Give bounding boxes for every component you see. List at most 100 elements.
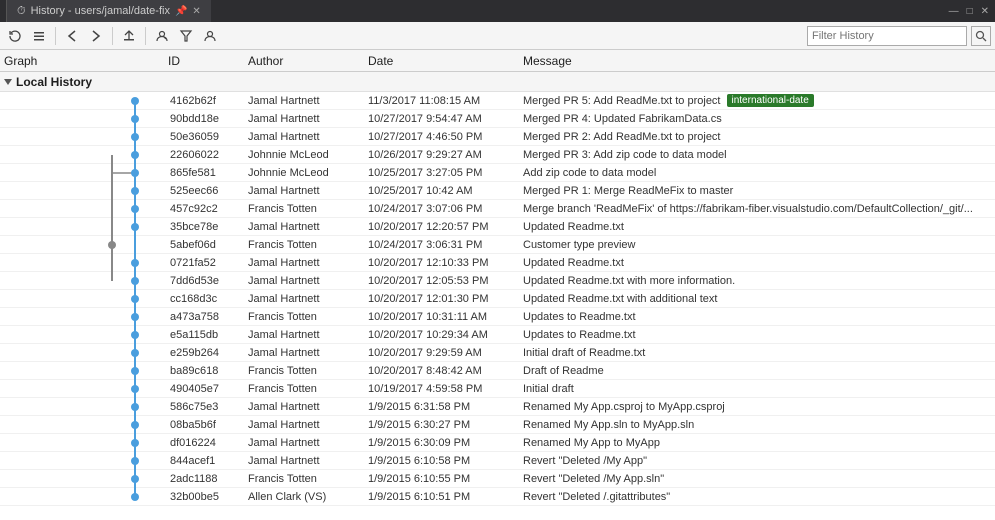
commit-id: 525eec66 — [168, 185, 248, 197]
col-header-graph: Graph — [0, 54, 168, 68]
table-row[interactable]: 525eec66Jamal Hartnett10/25/2017 10:42 A… — [0, 182, 995, 200]
table-row[interactable]: 5abef06dFrancis Totten10/24/2017 3:06:31… — [0, 236, 995, 254]
pin-icon[interactable]: 📌 — [175, 6, 187, 17]
table-row[interactable]: 08ba5b6fJamal Hartnett1/9/2015 6:30:27 P… — [0, 416, 995, 434]
commit-graph-cell — [0, 200, 168, 218]
commit-message: Add zip code to data model — [523, 167, 995, 179]
window-maximize[interactable]: □ — [967, 6, 973, 17]
history-tab[interactable]: ⏱ History - users/jamal/date-fix 📌 ✕ — [6, 0, 211, 22]
commit-message-text: Updated Readme.txt — [523, 257, 624, 269]
commit-author: Jamal Hartnett — [248, 221, 368, 233]
refresh-button[interactable] — [4, 25, 26, 47]
commit-id: 35bce78e — [168, 221, 248, 233]
commit-message-text: Merged PR 4: Updated FabrikamData.cs — [523, 113, 722, 125]
table-row[interactable]: 865fe581Johnnie McLeod10/25/2017 3:27:05… — [0, 164, 995, 182]
table-row[interactable]: ba89c618Francis Totten10/20/2017 8:48:42… — [0, 362, 995, 380]
commit-id: 08ba5b6f — [168, 419, 248, 431]
commits-container: 4162b62fJamal Hartnett11/3/2017 11:08:15… — [0, 92, 995, 506]
filter1-button[interactable] — [151, 25, 173, 47]
table-row[interactable]: a473a758Francis Totten10/20/2017 10:31:1… — [0, 308, 995, 326]
commit-date: 10/20/2017 12:20:57 PM — [368, 221, 523, 233]
commit-id: 844acef1 — [168, 455, 248, 467]
commit-message-text: Updates to Readme.txt — [523, 329, 636, 341]
table-row[interactable]: cc168d3cJamal Hartnett10/20/2017 12:01:3… — [0, 290, 995, 308]
filter-search-button[interactable] — [971, 26, 991, 46]
title-bar-controls: — □ ✕ — [949, 6, 989, 17]
commit-author: Jamal Hartnett — [248, 293, 368, 305]
local-history-section: Local History — [0, 72, 995, 92]
table-row[interactable]: 50e36059Jamal Hartnett10/27/2017 4:46:50… — [0, 128, 995, 146]
table-row[interactable]: 22606022Johnnie McLeod10/26/2017 9:29:27… — [0, 146, 995, 164]
section-expand-icon[interactable] — [4, 79, 12, 85]
commit-id: e5a115db — [168, 329, 248, 341]
table-row[interactable]: 4162b62fJamal Hartnett11/3/2017 11:08:15… — [0, 92, 995, 110]
commit-message: Customer type preview — [523, 239, 995, 251]
commit-graph-cell — [0, 182, 168, 200]
close-icon[interactable]: ✕ — [192, 6, 200, 17]
commit-date: 10/20/2017 9:29:59 AM — [368, 347, 523, 359]
commit-date: 1/9/2015 6:30:27 PM — [368, 419, 523, 431]
col-header-message: Message — [523, 54, 995, 68]
push-button[interactable] — [118, 25, 140, 47]
commit-message: Merge branch 'ReadMeFix' of https://fabr… — [523, 203, 995, 215]
commit-date: 10/27/2017 9:54:47 AM — [368, 113, 523, 125]
commit-author: Jamal Hartnett — [248, 419, 368, 431]
table-row[interactable]: 90bdd18eJamal Hartnett10/27/2017 9:54:47… — [0, 110, 995, 128]
commit-message-text: Merged PR 2: Add ReadMe.txt to project — [523, 131, 721, 143]
table-row[interactable]: e259b264Jamal Hartnett10/20/2017 9:29:59… — [0, 344, 995, 362]
commit-graph-cell — [0, 110, 168, 128]
person-button[interactable] — [199, 25, 221, 47]
commit-id: 586c75e3 — [168, 401, 248, 413]
commit-message: Initial draft — [523, 383, 995, 395]
show-list-button[interactable] — [28, 25, 50, 47]
table-row[interactable]: 32b00be5Allen Clark (VS)1/9/2015 6:10:51… — [0, 488, 995, 506]
commit-id: 490405e7 — [168, 383, 248, 395]
table-row[interactable]: 844acef1Jamal Hartnett1/9/2015 6:10:58 P… — [0, 452, 995, 470]
commit-graph-cell — [0, 236, 168, 254]
commit-author: Jamal Hartnett — [248, 329, 368, 341]
commit-date: 10/27/2017 4:46:50 PM — [368, 131, 523, 143]
commit-message-text: Renamed My App.sln to MyApp.sln — [523, 419, 694, 431]
window-minimize[interactable]: — — [949, 6, 959, 17]
commit-message-text: Updated Readme.txt — [523, 221, 624, 233]
table-row[interactable]: e5a115dbJamal Hartnett10/20/2017 10:29:3… — [0, 326, 995, 344]
filter2-button[interactable] — [175, 25, 197, 47]
toolbar-sep3 — [145, 27, 146, 45]
commit-message: Revert "Deleted /My App.sln" — [523, 473, 995, 485]
commit-graph-cell — [0, 416, 168, 434]
commit-message-text: Renamed My App.csproj to MyApp.csproj — [523, 401, 725, 413]
commit-date: 10/25/2017 10:42 AM — [368, 185, 523, 197]
commit-message: Revert "Deleted /.gitattributes" — [523, 491, 995, 503]
window-close[interactable]: ✕ — [981, 6, 989, 17]
forward-button[interactable] — [85, 25, 107, 47]
col-header-date: Date — [368, 54, 523, 68]
commit-author: Francis Totten — [248, 383, 368, 395]
commits-list: Local History 4162b62fJamal Hartnett11/3… — [0, 72, 995, 520]
commit-graph-cell — [0, 164, 168, 182]
table-row[interactable]: 586c75e3Jamal Hartnett1/9/2015 6:31:58 P… — [0, 398, 995, 416]
table-row[interactable]: df016224Jamal Hartnett1/9/2015 6:30:09 P… — [0, 434, 995, 452]
commit-date: 1/9/2015 6:10:51 PM — [368, 491, 523, 503]
table-row[interactable]: 35bce78eJamal Hartnett10/20/2017 12:20:5… — [0, 218, 995, 236]
commit-author: Allen Clark (VS) — [248, 491, 368, 503]
table-row[interactable]: 490405e7Francis Totten10/19/2017 4:59:58… — [0, 380, 995, 398]
commit-message: Updates to Readme.txt — [523, 311, 995, 323]
commit-author: Francis Totten — [248, 311, 368, 323]
back-button[interactable] — [61, 25, 83, 47]
commit-graph-cell — [0, 92, 168, 110]
commit-id: 457c92c2 — [168, 203, 248, 215]
table-row[interactable]: 7dd6d53eJamal Hartnett10/20/2017 12:05:5… — [0, 272, 995, 290]
table-row[interactable]: 2adc1188Francis Totten1/9/2015 6:10:55 P… — [0, 470, 995, 488]
commit-date: 10/20/2017 12:01:30 PM — [368, 293, 523, 305]
commit-message-text: Updated Readme.txt with more information… — [523, 275, 735, 287]
commit-message-text: Revert "Deleted /.gitattributes" — [523, 491, 670, 503]
commit-graph-cell — [0, 308, 168, 326]
filter-history-input[interactable] — [807, 26, 967, 46]
col-header-id: ID — [168, 54, 248, 68]
table-row[interactable]: 457c92c2Francis Totten10/24/2017 3:07:06… — [0, 200, 995, 218]
commit-message-text: Merged PR 1: Merge ReadMeFix to master — [523, 185, 733, 197]
commit-graph-cell — [0, 434, 168, 452]
table-row[interactable]: 0721fa52Jamal Hartnett10/20/2017 12:10:3… — [0, 254, 995, 272]
commit-message: Renamed My App.sln to MyApp.sln — [523, 419, 995, 431]
commit-message-text: Draft of Readme — [523, 365, 604, 377]
